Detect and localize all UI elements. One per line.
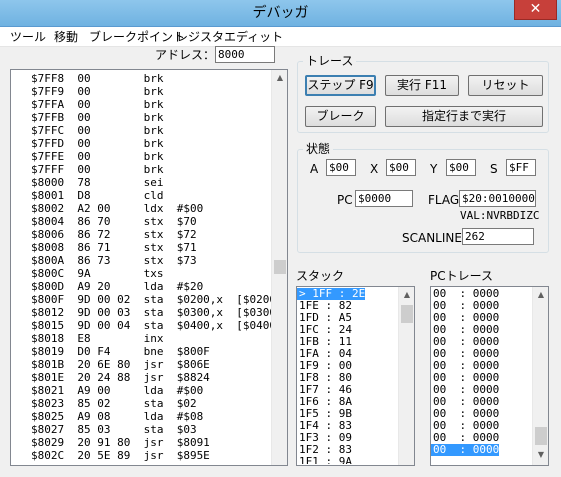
reg-a-label: A [310, 162, 319, 176]
pctrace-scroll-thumb[interactable] [535, 427, 547, 445]
reg-x-field[interactable]: $00 [386, 159, 416, 176]
disassembly-line[interactable]: $7FFA 00 brk [31, 98, 163, 111]
disassembly-line[interactable]: $7FFF 00 brk [31, 163, 163, 176]
disassembly-line[interactable]: $801B 20 6E 80 jsr $806E [31, 358, 210, 371]
pctrace-list[interactable]: 00 : 0000 00 : 0000 00 : 0000 00 : 0000 00 :… [430, 286, 549, 466]
disassembly-line[interactable]: $7FFC 00 brk [31, 124, 163, 137]
disassembly-line[interactable]: $802F 20 00 00 jsr $1075 [31, 462, 210, 464]
disassembly-line[interactable]: $8021 A9 00 lda #$00 [31, 384, 203, 397]
disassembly-line[interactable]: $800D A9 20 lda #$20 [31, 280, 203, 293]
menu-breakpoint[interactable]: ブレークポイント [89, 27, 185, 47]
reg-a-field[interactable]: $00 [326, 159, 356, 176]
disassembly-line[interactable]: $7FFD 00 brk [31, 137, 163, 150]
disassembly-line[interactable]: $8025 A9 08 lda #$08 [31, 410, 203, 423]
close-button[interactable]: ✕ [514, 0, 557, 20]
disassembly-scrollbar[interactable]: ▲ [271, 70, 287, 465]
pctrace-title: PCトレース [430, 269, 494, 283]
menu-register-edit[interactable]: レジスタエディット [176, 27, 283, 47]
reg-y-field[interactable]: $00 [446, 159, 476, 176]
disassembly-line[interactable]: $8002 A2 00 ldx #$00 [31, 202, 203, 215]
reset-button[interactable]: リセット [468, 75, 543, 96]
disassembly-list[interactable]: $7FF8 00 brk $7FF9 00 brk $7FFA 00 brk $7FF… [10, 69, 288, 466]
trace-group-title: トレース [303, 54, 357, 68]
run-button[interactable]: 実行 F11 [385, 75, 459, 96]
disassembly-line[interactable]: $8004 86 70 stx $70 [31, 215, 197, 228]
disassembly-line[interactable]: $802C 20 5E 89 jsr $895E [31, 449, 210, 462]
scanline-label: SCANLINE [402, 231, 462, 245]
pctrace-item[interactable]: 00 : 0000 [431, 444, 500, 456]
reg-pc-field[interactable]: $0000 [355, 190, 413, 207]
stack-scroll-thumb[interactable] [401, 305, 413, 323]
disassembly-line[interactable]: $801E 20 24 88 jsr $8824 [31, 371, 210, 384]
disassembly-line[interactable]: $800C 9A txs [31, 267, 163, 280]
disassembly-line[interactable]: $800A 86 73 stx $73 [31, 254, 197, 267]
run-to-line-button[interactable]: 指定行まで実行 [385, 106, 543, 127]
disassembly-line[interactable]: $7FF8 00 brk [31, 72, 163, 85]
disassembly-line[interactable]: $7FFB 00 brk [31, 111, 163, 124]
disassembly-line[interactable]: $800F 9D 00 02 sta $0200,x [$0200] [31, 293, 271, 306]
reg-s-field[interactable]: $FF [506, 159, 536, 176]
pctrace-scrollbar[interactable]: ▲ ▼ [532, 287, 548, 465]
menu-tools[interactable]: ツール [10, 27, 46, 47]
pctrace-rows: 00 : 0000 00 : 0000 00 : 0000 00 : 0000 00 :… [431, 288, 531, 464]
scroll-up-icon[interactable]: ▲ [272, 70, 287, 86]
stack-rows: > 1FF : 2E 1FE : 82 1FD : A5 1FC : 24 1FB : … [297, 288, 397, 464]
window-title: デバッガ [252, 5, 309, 21]
disassembly-line[interactable]: $8006 86 72 stx $72 [31, 228, 197, 241]
stack-title: スタック [296, 269, 345, 283]
disassembly-line[interactable]: $8001 D8 cld [31, 189, 163, 202]
disassembly-line[interactable]: $8018 E8 inx [31, 332, 163, 345]
status-group-title: 状態 [303, 142, 334, 156]
disassembly-line[interactable]: $7FF9 00 brk [31, 85, 163, 98]
flag-label: FLAG [428, 193, 460, 207]
reg-s-label: S [490, 162, 498, 176]
step-button[interactable]: ステップ F9 [305, 75, 376, 96]
reg-y-label: Y [430, 162, 438, 176]
flag-legend: VAL:NVRBDIZC [460, 209, 540, 222]
disassembly-line[interactable]: $8029 20 91 80 jsr $8091 [31, 436, 210, 449]
flag-field[interactable]: $20:00100000 [459, 190, 536, 207]
disassembly-line[interactable]: $8012 9D 00 03 sta $0300,x [$0300] [31, 306, 271, 319]
disassembly-line[interactable]: $8008 86 71 stx $71 [31, 241, 197, 254]
address-input[interactable]: 8000 [215, 46, 275, 63]
address-label: アドレス： [155, 48, 216, 62]
stack-item[interactable]: 1F1 : 9A [297, 456, 352, 465]
stack-scrollbar[interactable]: ▲ [398, 287, 414, 465]
disassembly-line[interactable]: $8015 9D 00 04 sta $0400,x [$0400] [31, 319, 271, 332]
reg-x-label: X [370, 162, 379, 176]
reg-pc-label: PC [337, 193, 353, 207]
scanline-field[interactable]: 262 [462, 228, 534, 245]
menu-move[interactable]: 移動 [54, 27, 78, 47]
stack-list[interactable]: > 1FF : 2E 1FE : 82 1FD : A5 1FC : 24 1FB : … [296, 286, 415, 466]
pctrace-scroll-down-icon[interactable]: ▼ [533, 447, 548, 463]
disassembly-line[interactable]: $8019 D0 F4 bne $800F [31, 345, 210, 358]
disassembly-line[interactable]: $8023 85 02 sta $02 [31, 397, 197, 410]
scroll-thumb[interactable] [274, 260, 286, 274]
disassembly-line[interactable]: $7FFE 00 brk [31, 150, 163, 163]
stack-scroll-up-icon[interactable]: ▲ [399, 287, 414, 303]
pctrace-scroll-up-icon[interactable]: ▲ [533, 287, 548, 303]
disassembly-line[interactable]: $8000 78 sei [31, 176, 163, 189]
disassembly-lines: $7FF8 00 brk $7FF9 00 brk $7FFA 00 brk $7FF… [31, 72, 271, 464]
break-button[interactable]: ブレーク [305, 106, 376, 127]
disassembly-line[interactable]: $8027 85 03 sta $03 [31, 423, 197, 436]
